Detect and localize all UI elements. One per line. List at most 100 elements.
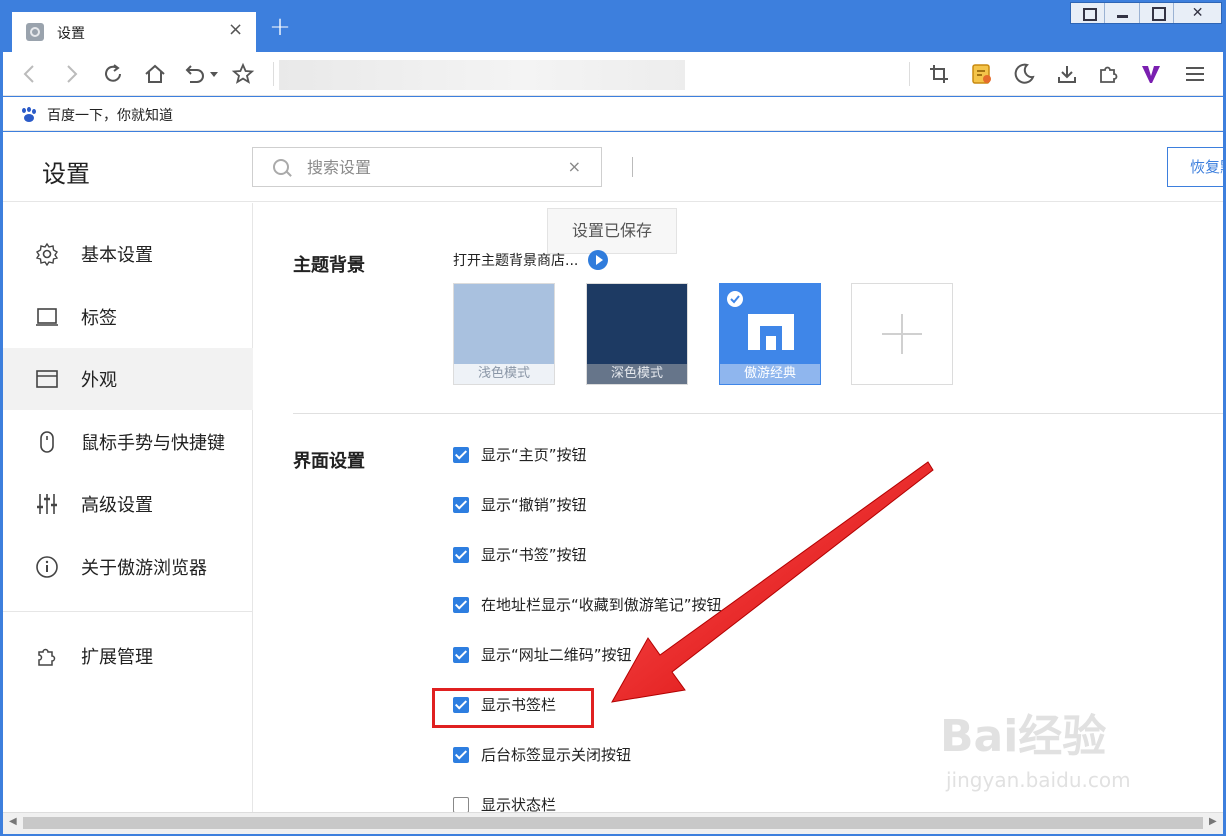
option-show-undo[interactable]: 显示“撤销”按钮 bbox=[453, 494, 587, 515]
theme-thumb-label: 浅色模式 bbox=[454, 364, 554, 384]
menu-icon[interactable] bbox=[1183, 62, 1207, 86]
bookmarks-bar: 百度一下，你就知道 bbox=[3, 97, 1223, 131]
checkbox-checked[interactable] bbox=[453, 596, 469, 613]
option-show-bookmark-button[interactable]: 显示“书签”按钮 bbox=[453, 544, 587, 565]
sidebar-item-label: 鼠标手势与快捷键 bbox=[81, 433, 225, 454]
window-layout-button[interactable] bbox=[1071, 3, 1106, 23]
settings-sidebar: 基本设置 标签 外观 鼠标手势与快捷键 高级设置 关于傲游浏览器 扩展管理 bbox=[3, 203, 253, 812]
option-show-status-bar[interactable]: 显示状态栏 bbox=[453, 794, 556, 812]
theme-add-button[interactable] bbox=[851, 283, 953, 385]
checkbox-checked[interactable] bbox=[453, 496, 469, 513]
window-controls: ✕ bbox=[1070, 2, 1222, 24]
checkbox-checked[interactable] bbox=[453, 446, 469, 463]
checkbox-checked[interactable] bbox=[453, 546, 469, 563]
option-label: 显示“网址二维码”按钮 bbox=[481, 646, 632, 664]
option-background-tab-close[interactable]: 后台标签显示关闭按钮 bbox=[453, 744, 631, 765]
tab-bar: 设置 × + ✕ bbox=[0, 0, 1226, 52]
navigation-toolbar bbox=[3, 52, 1223, 96]
baidu-paw-icon bbox=[21, 107, 37, 123]
theme-thumb-light[interactable]: 浅色模式 bbox=[453, 283, 555, 385]
plus-icon bbox=[882, 314, 922, 354]
option-show-save-to-notes[interactable]: 在地址栏显示“收藏到傲游笔记”按钮 bbox=[453, 594, 722, 615]
notes-icon[interactable] bbox=[970, 62, 994, 86]
theme-thumb-dark[interactable]: 深色模式 bbox=[586, 283, 688, 385]
screenshot-crop-icon[interactable] bbox=[927, 62, 951, 86]
search-clear-icon[interactable]: × bbox=[568, 157, 581, 176]
tab-title: 设置 bbox=[57, 26, 85, 42]
new-tab-button[interactable]: + bbox=[268, 14, 292, 40]
sidebar-item-label: 标签 bbox=[81, 308, 117, 329]
option-label: 显示状态栏 bbox=[481, 796, 557, 812]
scrollbar-thumb[interactable] bbox=[23, 817, 1203, 829]
bookmark-item-baidu[interactable]: 百度一下，你就知道 bbox=[21, 105, 173, 125]
restore-defaults-button[interactable]: 恢复默认设置 bbox=[1167, 147, 1223, 187]
checkbox-checked[interactable] bbox=[453, 646, 469, 663]
selected-check-icon bbox=[727, 291, 743, 307]
sidebar-item-basic[interactable]: 基本设置 bbox=[3, 223, 253, 285]
theme-store-link[interactable]: 打开主题背景商店... bbox=[453, 250, 609, 270]
theme-section-title: 主题背景 bbox=[293, 255, 365, 276]
option-show-qr-code[interactable]: 显示“网址二维码”按钮 bbox=[453, 644, 632, 665]
option-label: 显示“撤销”按钮 bbox=[481, 496, 587, 514]
theme-thumb-classic[interactable]: 傲游经典 bbox=[719, 283, 821, 385]
maxthon-logo-icon bbox=[748, 314, 794, 350]
saved-toast: 设置已保存 bbox=[547, 208, 677, 254]
settings-favicon-icon bbox=[26, 23, 44, 41]
reload-icon[interactable] bbox=[101, 62, 125, 86]
page-title: 设置 bbox=[42, 160, 90, 188]
sidebar-item-label: 关于傲游浏览器 bbox=[81, 558, 207, 579]
sidebar-item-label: 高级设置 bbox=[81, 495, 153, 516]
checkbox-checked[interactable] bbox=[453, 746, 469, 763]
sidebar-item-mouse-gestures[interactable]: 鼠标手势与快捷键 bbox=[3, 411, 253, 473]
search-input[interactable] bbox=[307, 156, 547, 178]
section-divider bbox=[293, 413, 1223, 414]
extensions-puzzle-icon[interactable] bbox=[1096, 62, 1120, 86]
sidebar-item-label: 基本设置 bbox=[81, 245, 153, 266]
search-icon bbox=[273, 159, 289, 175]
option-show-home[interactable]: 显示“主页”按钮 bbox=[453, 444, 587, 465]
bookmark-label: 百度一下，你就知道 bbox=[47, 108, 173, 124]
maximize-button[interactable] bbox=[1140, 3, 1175, 23]
search-box: × bbox=[252, 147, 602, 187]
close-window-button[interactable]: ✕ bbox=[1174, 3, 1221, 23]
undo-dropdown-icon[interactable] bbox=[209, 62, 219, 86]
sidebar-divider bbox=[3, 611, 253, 612]
sidebar-item-extensions[interactable]: 扩展管理 bbox=[3, 625, 253, 687]
back-icon[interactable] bbox=[18, 62, 42, 86]
minimize-button[interactable] bbox=[1105, 3, 1140, 23]
horizontal-scrollbar[interactable]: ◀ ▶ bbox=[3, 812, 1223, 834]
night-mode-icon[interactable] bbox=[1012, 62, 1036, 86]
download-icon[interactable] bbox=[1055, 62, 1079, 86]
gear-icon bbox=[35, 242, 59, 266]
option-label: 显示“书签”按钮 bbox=[481, 546, 587, 564]
option-label: 后台标签显示关闭按钮 bbox=[481, 746, 632, 764]
undo-icon[interactable] bbox=[183, 62, 207, 86]
annotation-highlight-box bbox=[432, 688, 594, 728]
sidebar-item-advanced[interactable]: 高级设置 bbox=[3, 473, 253, 535]
sidebar-item-about[interactable]: 关于傲游浏览器 bbox=[3, 536, 253, 598]
interface-section-title: 界面设置 bbox=[293, 451, 365, 472]
vivo-v-logo-icon[interactable] bbox=[1139, 62, 1163, 86]
puzzle-icon bbox=[38, 648, 56, 666]
sidebar-item-appearance[interactable]: 外观 bbox=[3, 348, 253, 410]
sidebar-item-tabs[interactable]: 标签 bbox=[3, 286, 253, 348]
scroll-left-icon[interactable]: ◀ bbox=[9, 816, 17, 827]
tab-close-icon[interactable]: × bbox=[228, 20, 243, 40]
home-icon[interactable] bbox=[143, 62, 167, 86]
theme-thumb-label: 深色模式 bbox=[587, 364, 687, 384]
play-arrow-icon bbox=[588, 250, 609, 270]
address-bar[interactable] bbox=[279, 60, 685, 90]
browser-window: 设置 × + ✕ 百度一下，你就知道 设置 搜索设置 × 恢复 基本设置 标签 … bbox=[0, 0, 1226, 836]
sidebar-item-label: 扩展管理 bbox=[81, 647, 153, 668]
tab-settings[interactable]: 设置 × bbox=[12, 12, 256, 52]
theme-store-label: 打开主题背景商店... bbox=[453, 253, 579, 269]
bookmark-star-icon[interactable] bbox=[231, 62, 255, 86]
toolbar-divider bbox=[273, 62, 274, 86]
mouse-icon bbox=[40, 431, 54, 453]
option-label: 显示“主页”按钮 bbox=[481, 446, 587, 464]
checkbox-unchecked[interactable] bbox=[453, 796, 469, 812]
settings-header: 设置 × 恢复默认设置 bbox=[3, 132, 1223, 202]
scroll-right-icon[interactable]: ▶ bbox=[1209, 816, 1217, 827]
forward-icon[interactable] bbox=[59, 62, 83, 86]
sliders-icon bbox=[37, 494, 57, 514]
